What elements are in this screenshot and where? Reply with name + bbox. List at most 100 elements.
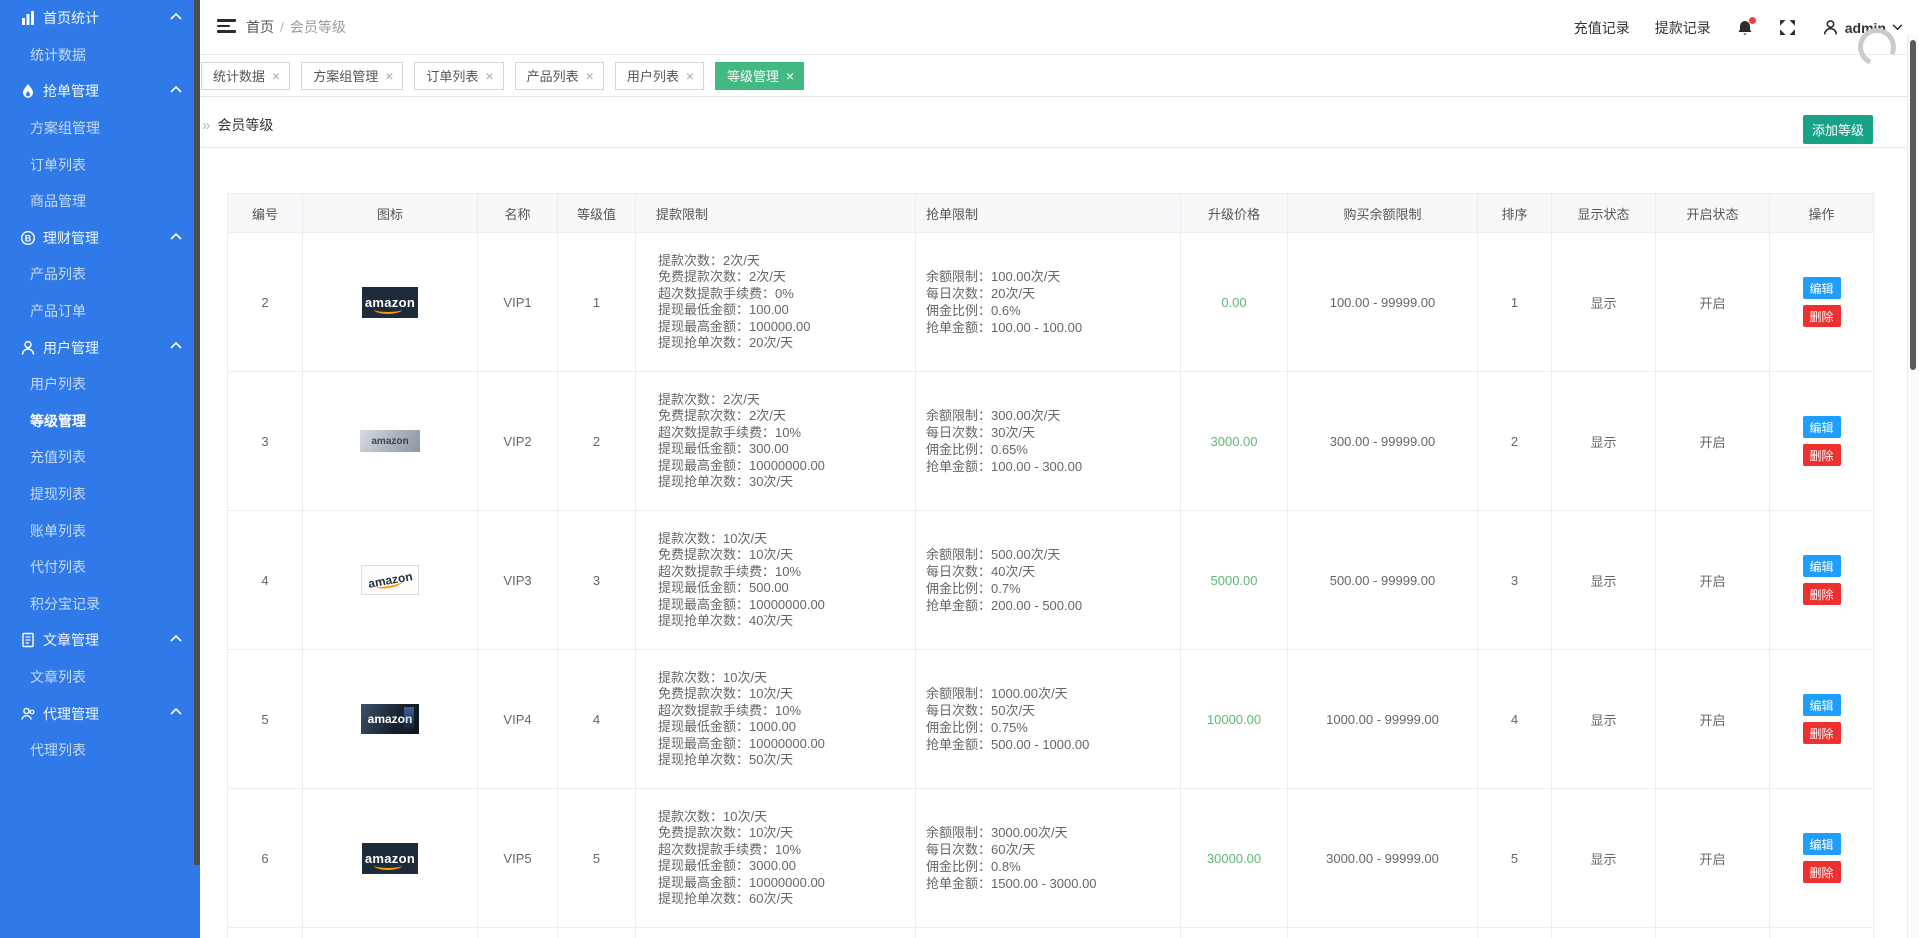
tab-stats-data[interactable]: 统计数据 × <box>201 62 290 90</box>
cell-sort: 5 <box>1478 789 1552 928</box>
sidebar-item-withdraw-list[interactable]: 提现列表 <box>0 476 200 513</box>
sidebar-item-agent-list[interactable]: 代理列表 <box>0 732 200 769</box>
col-icon: 图标 <box>303 194 478 233</box>
tab-plan-group[interactable]: 方案组管理× <box>301 62 403 90</box>
tab-order-list[interactable]: 订单列表× <box>414 62 503 90</box>
sidebar-item-recharge-list[interactable]: 充值列表 <box>0 439 200 476</box>
cell-actions: 编辑 删除 <box>1770 789 1874 928</box>
recharge-record-link[interactable]: 充值记录 <box>1574 18 1630 38</box>
tab-level-manage[interactable]: 等级管理× <box>715 62 804 90</box>
sidebar-group-label: 代理管理 <box>43 704 99 724</box>
sidebar-item-payment-list[interactable]: 代付列表 <box>0 549 200 586</box>
notification-badge <box>1749 17 1756 24</box>
sidebar-group-label: 抢单管理 <box>43 81 99 101</box>
cell-actions: 编辑 删除 <box>1770 511 1874 650</box>
edit-button[interactable]: 编辑 <box>1803 416 1841 438</box>
table-header: 编号 图标 名称 等级值 提款限制 抢单限制 升级价格 购买余额限制 排序 显示… <box>228 194 1874 233</box>
close-icon[interactable]: × <box>272 69 280 83</box>
sidebar-group-label: 首页统计 <box>43 8 99 28</box>
col-display-state: 显示状态 <box>1552 194 1656 233</box>
menu-toggle-icon[interactable] <box>217 19 236 35</box>
agent-icon <box>20 706 36 722</box>
cell-icon: amazon <box>303 650 478 789</box>
delete-button[interactable]: 删除 <box>1803 305 1841 327</box>
cell-enable-state: 开启 <box>1656 650 1770 789</box>
sidebar-group-order-grab[interactable]: 抢单管理 <box>0 73 200 110</box>
table-row: 4 amazon VIP3 3 提款次数：10次/天 免费提款次数：10次/天 … <box>228 511 1874 650</box>
sidebar-scrollbar[interactable] <box>194 0 200 865</box>
cell-enable-state: 开启 <box>1656 233 1770 372</box>
close-icon[interactable]: × <box>385 69 393 83</box>
sidebar-item-user-list[interactable]: 用户列表 <box>0 366 200 403</box>
sidebar-group-article[interactable]: 文章管理 <box>0 622 200 659</box>
tab-label: 统计数据 <box>213 66 265 85</box>
chevron-up-icon <box>170 85 182 93</box>
sidebar-item-product-list[interactable]: 产品列表 <box>0 256 200 293</box>
notification-bell-icon[interactable] <box>1736 19 1754 37</box>
col-level: 等级值 <box>558 194 636 233</box>
person-icon <box>1822 19 1839 36</box>
cell-icon: amazon <box>303 372 478 511</box>
close-icon[interactable]: × <box>485 69 493 83</box>
edit-button[interactable]: 编辑 <box>1803 833 1841 855</box>
sidebar-group-user-manage[interactable]: 用户管理 <box>0 329 200 366</box>
withdraw-record-link[interactable]: 提款记录 <box>1655 18 1711 38</box>
sidebar-item-label: 积分宝记录 <box>30 594 100 614</box>
sidebar-item-article-list[interactable]: 文章列表 <box>0 659 200 696</box>
cell-withdraw-limit: 提款次数：10次/天 免费提款次数：10次/天 超次数提款手续费：10% 提现最… <box>636 511 916 650</box>
breadcrumb-home[interactable]: 首页 <box>246 19 274 35</box>
fullscreen-icon[interactable] <box>1779 19 1797 37</box>
cell-display-state: 显示 <box>1552 233 1656 372</box>
main-area: 首页/会员等级 充值记录 提款记录 admin 统计数据 × 方案组管理× 订单列… <box>200 0 1919 938</box>
cell-upgrade-price: 0.00 <box>1181 233 1288 372</box>
cell-icon: amazon <box>303 789 478 928</box>
col-name: 名称 <box>478 194 558 233</box>
close-icon[interactable]: × <box>686 69 694 83</box>
sidebar-item-goods-manage[interactable]: 商品管理 <box>0 183 200 220</box>
sidebar-item-stats-data[interactable]: 统计数据 <box>0 37 200 74</box>
cell-balance-range: 100.00 - 99999.00 <box>1288 233 1478 372</box>
delete-button[interactable]: 删除 <box>1803 722 1841 744</box>
double-angle-icon: » <box>202 117 210 134</box>
cell-withdraw-limit: 提款次数：2次/天 免费提款次数：2次/天 超次数提款手续费：10% 提现最低金… <box>636 372 916 511</box>
cell-balance-range: 3000.00 - 99999.00 <box>1288 789 1478 928</box>
sidebar-item-order-list[interactable]: 订单列表 <box>0 146 200 183</box>
navbar-right: 充值记录 提款记录 admin <box>1574 0 1903 55</box>
cell-id: 5 <box>228 650 303 789</box>
add-level-button[interactable]: 添加等级 <box>1803 115 1873 144</box>
page-scrollbar-thumb[interactable] <box>1910 40 1916 370</box>
cell-id: 6 <box>228 789 303 928</box>
bitcoin-icon: B <box>20 230 36 246</box>
sidebar-group-home-stats[interactable]: 首页统计 <box>0 0 200 37</box>
col-id: 编号 <box>228 194 303 233</box>
delete-button[interactable]: 删除 <box>1803 861 1841 883</box>
close-icon[interactable]: × <box>786 69 794 83</box>
amazon-logo-image: amazon <box>361 565 419 595</box>
sidebar-item-points-record[interactable]: 积分宝记录 <box>0 586 200 623</box>
tab-product-list[interactable]: 产品列表× <box>515 62 604 90</box>
cell-withdraw-limit: 提款次数：2次/天 免费提款次数：2次/天 超次数提款手续费：0% 提现最低金额… <box>636 233 916 372</box>
close-icon[interactable]: × <box>586 69 594 83</box>
breadcrumb: 首页/会员等级 <box>246 17 346 37</box>
sidebar-item-bill-list[interactable]: 账单列表 <box>0 512 200 549</box>
top-navbar: 首页/会员等级 充值记录 提款记录 admin <box>200 0 1919 55</box>
page-scrollbar-track[interactable] <box>1907 34 1919 938</box>
cell-display-state: 显示 <box>1552 789 1656 928</box>
table-row: 6 amazon VIP5 5 提款次数：10次/天 免费提款次数：10次/天 … <box>228 789 1874 928</box>
table-row: 3 amazon VIP2 2 提款次数：2次/天 免费提款次数：2次/天 超次… <box>228 372 1874 511</box>
svg-text:B: B <box>25 233 32 243</box>
sidebar-group-agent[interactable]: 代理管理 <box>0 695 200 732</box>
sidebar-group-finance[interactable]: B 理财管理 <box>0 220 200 257</box>
delete-button[interactable]: 删除 <box>1803 583 1841 605</box>
edit-button[interactable]: 编辑 <box>1803 694 1841 716</box>
cell-display-state: 显示 <box>1552 650 1656 789</box>
cell-name: VIP3 <box>478 511 558 650</box>
delete-button[interactable]: 删除 <box>1803 444 1841 466</box>
edit-button[interactable]: 编辑 <box>1803 555 1841 577</box>
sidebar-item-label: 订单列表 <box>30 155 86 175</box>
sidebar-item-product-order[interactable]: 产品订单 <box>0 293 200 330</box>
sidebar-item-plan-group[interactable]: 方案组管理 <box>0 110 200 147</box>
tab-user-list[interactable]: 用户列表× <box>615 62 704 90</box>
sidebar-item-level-manage[interactable]: 等级管理 <box>0 403 200 440</box>
edit-button[interactable]: 编辑 <box>1803 277 1841 299</box>
